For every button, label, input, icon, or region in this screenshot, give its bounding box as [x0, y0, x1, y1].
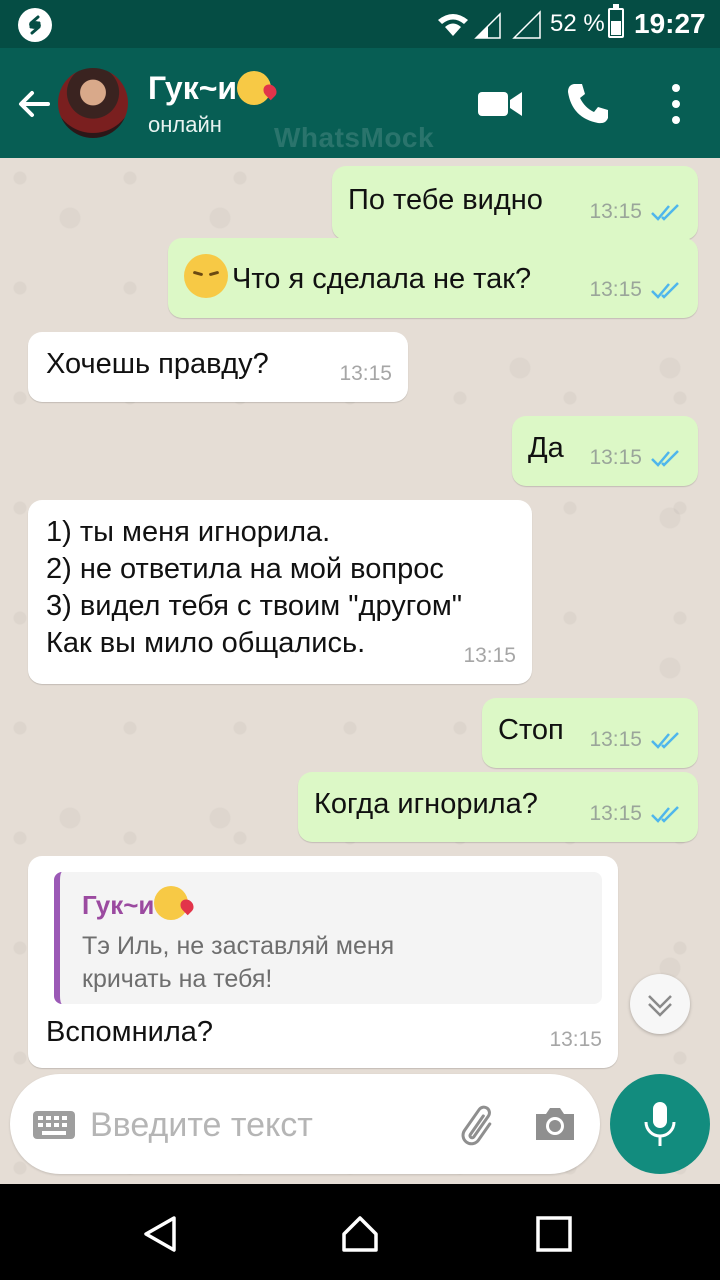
message-bubble[interactable]: Стоп 13:15: [482, 698, 698, 768]
message-text: Да: [528, 432, 564, 464]
kissing-face-emoji: [154, 886, 189, 920]
message-time: 13:15: [463, 644, 516, 667]
avatar[interactable]: [58, 68, 128, 138]
paperclip-icon[interactable]: [454, 1102, 502, 1150]
message-bubble[interactable]: Хочешь правду? 13:15: [28, 332, 408, 402]
double-check-icon: [651, 450, 679, 468]
message-time: 13:15: [339, 362, 392, 385]
input-bar: Введите текст: [0, 1070, 720, 1184]
message-text: Что я сделала не так?: [184, 254, 531, 298]
input-placeholder: Введите текст: [90, 1106, 313, 1144]
chat-area[interactable]: По тебе видно 13:15 Что я сделала не так…: [0, 158, 720, 1184]
quoted-text: Тэ Иль, не заставляй меня кричать на теб…: [82, 930, 582, 996]
nav-home-icon[interactable]: [340, 1214, 380, 1254]
message-line: 3) видел тебя с твоим "другом": [46, 590, 463, 622]
quoted-line: Тэ Иль, не заставляй меня: [82, 932, 395, 960]
message-meta: 13:15: [589, 439, 682, 476]
battery-icon: [608, 4, 624, 38]
quoted-line: кричать на тебя!: [82, 965, 273, 993]
message-line: Как вы мило общались.: [46, 627, 366, 659]
battery-percent: 52 %: [550, 10, 605, 37]
message-text: Хочешь правду?: [46, 348, 269, 380]
double-check-icon: [651, 806, 679, 824]
phone-icon[interactable]: [562, 78, 614, 130]
mic-button[interactable]: [610, 1074, 710, 1174]
message-text: Вспомнила?: [46, 1016, 214, 1048]
message-meta: 13:15: [589, 271, 682, 308]
message-text: По тебе видно: [348, 184, 543, 216]
message-line: 2) не ответила на мой вопрос: [46, 553, 444, 585]
message-meta: 13:15: [589, 193, 682, 230]
message-meta: 13:15: [589, 795, 682, 832]
message-meta: 13:15: [589, 721, 682, 758]
message-bubble[interactable]: Когда игнорила? 13:15: [298, 772, 698, 842]
chevron-down-icon: [648, 995, 672, 1017]
message-bubble[interactable]: 1) ты меня игнорила. 2) не ответила на м…: [28, 500, 532, 684]
message-text: Когда игнорила?: [314, 788, 538, 820]
watermark: WhatsMock: [274, 122, 435, 153]
message-input[interactable]: Введите текст: [10, 1074, 600, 1174]
mic-icon: [644, 1102, 676, 1146]
system-nav-bar: [0, 1184, 720, 1280]
message-text: 1) ты меня игнорила. 2) не ответила на м…: [46, 514, 462, 662]
scroll-to-bottom-button[interactable]: [630, 974, 690, 1034]
message-bubble[interactable]: По тебе видно 13:15: [332, 166, 698, 240]
nav-recents-icon[interactable]: [534, 1214, 574, 1254]
message-text: Стоп: [498, 714, 564, 746]
pensive-face-emoji: [184, 254, 228, 298]
contact-name[interactable]: Гук~и: [148, 70, 272, 107]
quoted-message[interactable]: Гук~и Тэ Иль, не заставляй меня кричать …: [54, 872, 602, 1004]
camera-icon[interactable]: [532, 1104, 578, 1144]
more-vert-icon[interactable]: [650, 78, 702, 130]
double-check-icon: [651, 732, 679, 750]
message-bubble[interactable]: Да 13:15: [512, 416, 698, 486]
double-check-icon: [651, 282, 679, 300]
reply-message-bubble[interactable]: Гук~и Тэ Иль, не заставляй меня кричать …: [28, 856, 618, 1068]
message-bubble[interactable]: Что я сделала не так? 13:15: [168, 238, 698, 318]
shazam-icon: [18, 8, 52, 42]
video-call-icon[interactable]: [474, 78, 526, 130]
nav-back-icon[interactable]: [140, 1214, 180, 1254]
quoted-author: Гук~и: [82, 886, 189, 924]
wifi-icon: [438, 10, 541, 39]
back-arrow-icon[interactable]: [14, 84, 54, 124]
status-clock: 19:27: [634, 8, 706, 39]
contact-status: онлайн: [148, 112, 222, 137]
status-bar: 52 % 19:27: [0, 0, 720, 48]
kissing-face-emoji: [237, 71, 272, 105]
message-time: 13:15: [549, 1028, 602, 1051]
double-check-icon: [651, 204, 679, 222]
keyboard-icon[interactable]: [32, 1110, 76, 1140]
message-line: 1) ты меня игнорила.: [46, 516, 331, 548]
